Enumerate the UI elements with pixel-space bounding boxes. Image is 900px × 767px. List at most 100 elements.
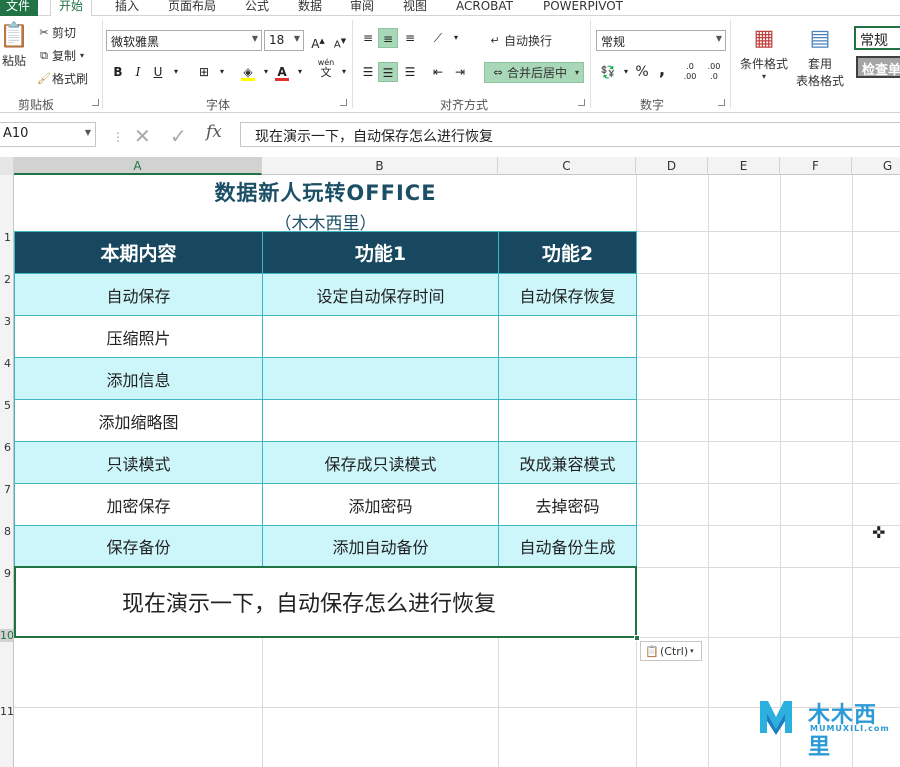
cut-button[interactable]: ✂ 剪切 <box>36 24 76 41</box>
conditional-format-button[interactable]: ▦ 条件格式 ▾ <box>736 26 792 81</box>
align-left-icon[interactable]: ☰ <box>358 62 378 82</box>
row-header-1[interactable]: 1 <box>0 231 13 244</box>
cancel-icon[interactable]: ✕ <box>134 124 151 148</box>
row-header-2[interactable]: 2 <box>0 273 13 286</box>
table-cell[interactable] <box>262 357 499 400</box>
tab-formulas[interactable]: 公式 <box>245 0 269 16</box>
chevron-down-icon[interactable]: ▾ <box>166 62 186 82</box>
table-cell[interactable] <box>262 315 499 358</box>
comma-button[interactable]: , <box>652 60 672 80</box>
table-cell[interactable]: 添加自动备份 <box>262 525 499 567</box>
tab-view[interactable]: 视图 <box>403 0 427 16</box>
table-cell[interactable]: 添加缩略图 <box>14 399 263 442</box>
grow-font-button[interactable]: A▲ <box>308 31 328 51</box>
table-header-cell[interactable]: 功能2 <box>498 231 637 274</box>
chevron-down-icon[interactable]: ▾ <box>212 62 232 82</box>
name-box[interactable]: A10 ▼ <box>0 122 96 147</box>
increase-indent-icon[interactable]: ⇥ <box>450 62 470 82</box>
merge-center-button[interactable]: ⇔ 合并后居中 ▾ <box>484 62 585 83</box>
column-header-b[interactable]: B <box>262 157 498 175</box>
paste-button[interactable]: 📋 粘贴 <box>0 22 29 70</box>
tab-page-layout[interactable]: 页面布局 <box>168 0 216 16</box>
bold-button[interactable]: B <box>108 62 128 82</box>
row-header-5[interactable]: 5 <box>0 399 13 412</box>
align-center-icon[interactable]: ☰ <box>378 62 398 82</box>
clipboard-launcher-icon[interactable] <box>92 99 99 106</box>
select-all-corner[interactable] <box>0 157 14 175</box>
cell-style-normal[interactable]: 常规 <box>854 26 900 50</box>
font-size-select[interactable]: 18 ▼ <box>264 30 304 51</box>
column-header-g[interactable]: G <box>852 157 900 175</box>
phonetic-guide-icon[interactable]: wén 文 <box>316 58 336 84</box>
percent-button[interactable]: % <box>632 62 652 82</box>
decrease-decimal-icon[interactable]: .00.0 <box>704 62 724 82</box>
chevron-down-icon[interactable]: ▾ <box>446 28 466 48</box>
insert-function-button[interactable]: fx <box>206 122 222 142</box>
font-launcher-icon[interactable] <box>340 99 347 106</box>
row-header-9[interactable]: 9 <box>0 567 13 580</box>
column-header-d[interactable]: D <box>636 157 708 175</box>
decrease-indent-icon[interactable]: ⇤ <box>428 62 448 82</box>
row-header-7[interactable]: 7 <box>0 483 13 496</box>
wrap-text-button[interactable]: ↵ 自动换行 <box>486 32 552 49</box>
table-cell[interactable]: 只读模式 <box>14 441 263 484</box>
table-cell[interactable] <box>498 315 637 358</box>
selected-cell-a10[interactable]: 现在演示一下，自动保存怎么进行恢复 <box>14 566 640 641</box>
table-header-cell[interactable]: 功能1 <box>262 231 499 274</box>
row-header-4[interactable]: 4 <box>0 357 13 370</box>
table-cell[interactable]: 去掉密码 <box>498 483 637 526</box>
align-right-icon[interactable]: ☰ <box>400 62 420 82</box>
align-top-icon[interactable]: ≡ <box>358 28 378 48</box>
underline-button[interactable]: U <box>148 62 168 82</box>
italic-button[interactable]: I <box>128 62 148 82</box>
align-bottom-icon[interactable]: ≡ <box>400 28 420 48</box>
tab-home[interactable]: 开始 <box>50 0 93 17</box>
table-cell[interactable]: 保存成只读模式 <box>262 441 499 484</box>
align-middle-icon[interactable]: ≡ <box>378 28 398 48</box>
number-format-select[interactable]: 常规 ▼ <box>596 30 726 51</box>
enter-icon[interactable]: ✓ <box>170 124 187 148</box>
column-header-f[interactable]: F <box>780 157 852 175</box>
number-launcher-icon[interactable] <box>718 99 725 106</box>
cell-style-check[interactable]: 检查单 <box>856 56 900 78</box>
column-header-e[interactable]: E <box>708 157 780 175</box>
row-header-6[interactable]: 6 <box>0 441 13 454</box>
tab-review[interactable]: 审阅 <box>350 0 374 16</box>
table-cell[interactable]: 自动保存恢复 <box>498 273 637 316</box>
table-cell[interactable] <box>498 357 637 400</box>
tab-file[interactable]: 文件 <box>0 0 38 16</box>
currency-icon[interactable]: 💱 <box>598 62 618 82</box>
worksheet-grid[interactable]: A B C D E F G 1 2 3 4 5 6 7 8 9 10 11 数据… <box>0 157 900 767</box>
table-cell[interactable]: 保存备份 <box>14 525 263 567</box>
table-cell[interactable]: 改成兼容模式 <box>498 441 637 484</box>
table-cell[interactable]: 加密保存 <box>14 483 263 526</box>
column-header-a[interactable]: A <box>14 157 262 175</box>
row-header-3[interactable]: 3 <box>0 315 13 328</box>
chevron-down-icon[interactable]: ▾ <box>290 62 310 82</box>
tab-acrobat[interactable]: ACROBAT <box>456 0 513 16</box>
format-as-table-button[interactable]: ▤ 套用 表格格式 <box>790 26 850 89</box>
row-header-11[interactable]: 11 <box>0 705 13 718</box>
table-cell[interactable]: 压缩照片 <box>14 315 263 358</box>
column-header-c[interactable]: C <box>498 157 636 175</box>
table-cell[interactable]: 自动保存 <box>14 273 263 316</box>
alignment-launcher-icon[interactable] <box>578 99 585 106</box>
tab-insert[interactable]: 插入 <box>115 0 139 16</box>
fill-color-icon[interactable]: ◈ <box>238 62 258 82</box>
orientation-icon[interactable]: ⟋ <box>428 28 448 48</box>
borders-icon[interactable]: ⊞ <box>194 62 214 82</box>
tab-powerpivot[interactable]: POWERPIVOT <box>543 0 623 16</box>
sheet-title-cell[interactable]: 数据新人玩转OFFICE （木木西里） <box>15 175 636 234</box>
table-cell[interactable]: 添加密码 <box>262 483 499 526</box>
table-cell[interactable]: 设定自动保存时间 <box>262 273 499 316</box>
copy-button[interactable]: ⧉ 复制 ▾ <box>36 47 84 64</box>
chevron-down-icon[interactable]: ▾ <box>334 62 354 82</box>
tab-data[interactable]: 数据 <box>298 0 322 16</box>
format-painter-button[interactable]: 🖌 格式刷 <box>36 70 88 87</box>
formula-input[interactable]: 现在演示一下，自动保存怎么进行恢复 <box>240 122 900 147</box>
table-cell[interactable]: 添加信息 <box>14 357 263 400</box>
font-name-select[interactable]: 微软雅黑 ▼ <box>106 30 262 51</box>
shrink-font-button[interactable]: A▼ <box>330 31 350 51</box>
table-header-cell[interactable]: 本期内容 <box>14 231 263 274</box>
font-color-icon[interactable]: A <box>272 62 292 82</box>
